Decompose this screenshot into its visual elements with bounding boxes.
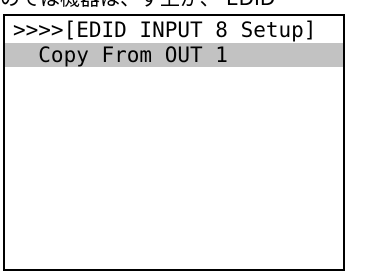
lcd-display-panel: >>>>[EDID INPUT 8 Setup] Copy From OUT 1 <box>3 14 345 271</box>
lcd-menu-title: >>>>[EDID INPUT 8 Setup] <box>13 18 317 42</box>
top-caption-text: のでは機器は、ず上が、 EDID <box>0 0 369 10</box>
lcd-menu-item-selected[interactable]: Copy From OUT 1 <box>5 43 343 67</box>
page: のでは機器は、ず上が、 EDID >>>>[EDID INPUT 8 Setup… <box>0 0 369 275</box>
